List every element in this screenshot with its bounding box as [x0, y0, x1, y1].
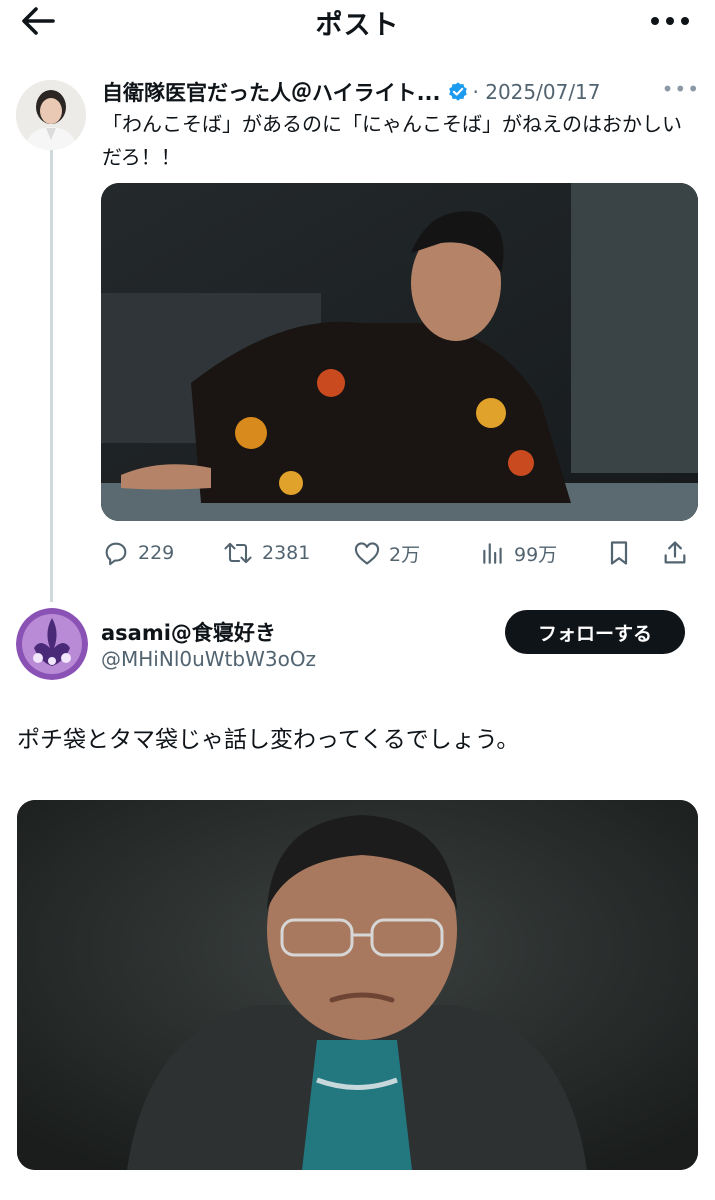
reply-button[interactable]: 229 [102, 533, 174, 573]
bar-chart-icon [483, 543, 502, 564]
repost-button[interactable]: 2381 [222, 533, 310, 573]
verified-badge-icon [448, 82, 467, 101]
avatar-image [16, 608, 88, 680]
bookmark-icon [610, 541, 628, 565]
avatar-image [16, 80, 86, 150]
like-count: 2万 [389, 543, 421, 566]
photo-icon [101, 183, 698, 521]
top-app-bar: ポスト [0, 0, 715, 46]
avatar[interactable] [16, 608, 88, 680]
repost-count: 2381 [262, 542, 311, 564]
photo-icon [17, 800, 698, 1170]
quoted-post-header: 自衛隊医官だった人＠ハイライト... · 2025/07/17 ••• [102, 75, 702, 109]
post-text: ポチ袋とタマ袋じゃ話し変わってくるでしょう。 [17, 727, 520, 753]
more-horizontal-icon [651, 17, 689, 25]
author-name[interactable]: 自衛隊医官だった人＠ハイライト... [102, 77, 441, 107]
share-button[interactable] [662, 533, 696, 573]
reply-icon [105, 542, 127, 566]
like-button[interactable]: 2万 [353, 533, 420, 573]
more-options-button[interactable] [645, 6, 695, 36]
post-action-bar: 229 2381 2万 99万 [100, 533, 700, 573]
reply-count: 229 [138, 542, 175, 564]
page-title: ポスト [315, 10, 400, 41]
author-name[interactable]: asami@食寝好き [101, 617, 276, 647]
post-more-button[interactable]: ••• [662, 77, 700, 101]
post-media-image[interactable] [101, 183, 698, 521]
bookmark-button[interactable] [606, 533, 640, 573]
thread-connector-line [50, 150, 53, 602]
post-text: 「わんこそば」があるのに「にゃんこそば」がねえのはおかしいだろ！！ [102, 112, 682, 169]
repost-icon [224, 542, 252, 564]
post-media-image[interactable] [17, 800, 698, 1170]
heart-icon [354, 542, 380, 565]
post-date[interactable]: · 2025/07/17 [473, 80, 601, 104]
share-icon [664, 541, 686, 564]
avatar[interactable] [16, 80, 86, 150]
author-handle[interactable]: @MHiNl0uWtbW3oOz [101, 647, 316, 671]
views-button[interactable]: 99万 [480, 533, 557, 573]
follow-button[interactable]: フォローする [505, 610, 685, 654]
view-count: 99万 [514, 543, 558, 566]
